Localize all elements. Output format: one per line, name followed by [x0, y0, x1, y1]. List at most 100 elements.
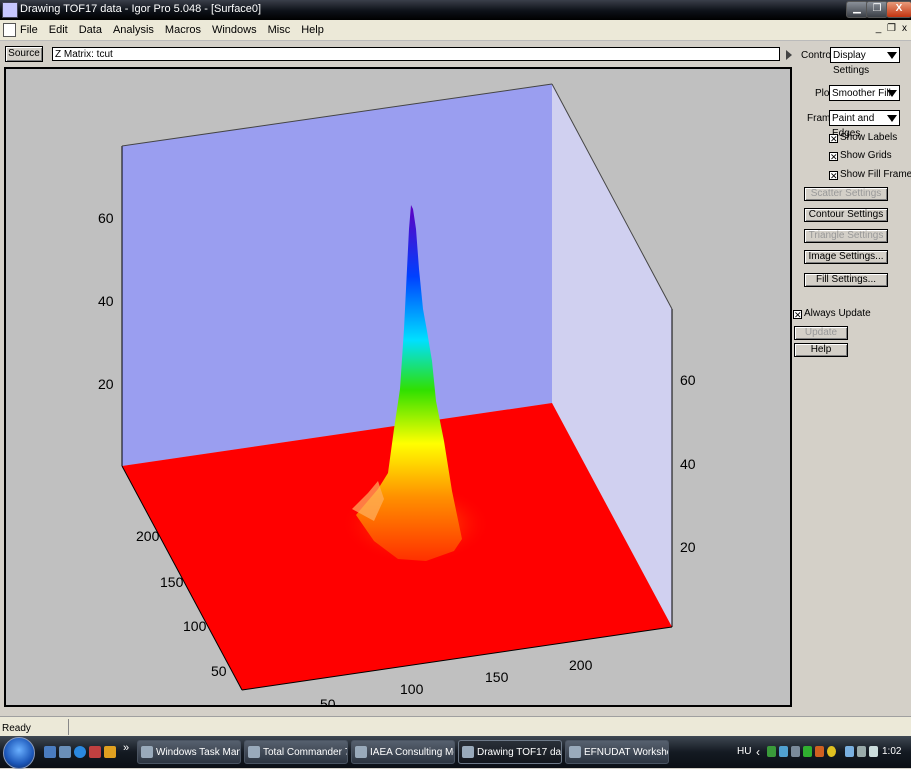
scatter-settings-button[interactable]: Scatter Settings [804, 187, 888, 201]
taskbar: » Windows Task Man... Total Commander 7.… [0, 736, 911, 769]
mdi-minimize-button[interactable]: _ [873, 23, 884, 34]
taskbar-item-iaea-consulting[interactable]: IAEA Consulting Me... [351, 740, 455, 764]
z-tick-label-right: 60 [680, 372, 696, 388]
minimize-button[interactable]: ▁ [846, 1, 868, 18]
zmatrix-field[interactable]: Z Matrix: tcut [52, 47, 780, 61]
status-separator [68, 719, 69, 735]
chevron-down-icon [887, 52, 897, 59]
z-tick-label: 20 [98, 376, 114, 392]
controls-select-value: Display Settings [833, 50, 870, 76]
always-update-label: Always Update [804, 308, 871, 319]
surface-plot[interactable]: 60 40 20 60 40 20 50 100 150 200 50 100 … [6, 69, 790, 705]
show-fill-frame-checkbox[interactable]: ✕ [829, 171, 838, 181]
mdi-restore-button[interactable]: ❐ [886, 23, 897, 34]
commander-icon[interactable] [89, 746, 101, 758]
update-button[interactable]: Update [794, 326, 848, 340]
menu-help[interactable]: Help [301, 24, 324, 36]
tray-icon[interactable] [779, 746, 788, 757]
x-tick-label: 100 [400, 681, 424, 697]
controls-select[interactable]: Display Settings [830, 47, 900, 76]
taskbar-item-efnudat[interactable]: EFNUDAT Worksho... [565, 740, 669, 764]
tray-icon[interactable] [815, 746, 824, 757]
window-title: Drawing TOF17 data - Igor Pro 5.048 - [S… [20, 3, 262, 15]
always-update-checkbox[interactable]: ✕ [793, 310, 802, 320]
tray-icon[interactable] [827, 746, 836, 757]
plot-type-value: Smoother Fill [832, 88, 891, 99]
triangle-settings-button[interactable]: Triangle Settings [804, 229, 888, 243]
volume-icon[interactable] [869, 746, 878, 757]
menu-edit[interactable]: Edit [49, 24, 68, 36]
total-commander-icon [248, 746, 260, 758]
title-bar[interactable]: Drawing TOF17 data - Igor Pro 5.048 - [S… [0, 0, 911, 20]
chevron-down-icon [887, 90, 897, 97]
y-tick-label: 50 [211, 663, 227, 679]
tray-icon[interactable] [767, 746, 776, 757]
source-button[interactable]: Source [5, 46, 43, 62]
contour-settings-button[interactable]: Contour Settings [804, 208, 888, 222]
maximize-button[interactable]: ❐ [866, 1, 888, 18]
taskbar-item-igor-pro[interactable]: Drawing TOF17 data... [458, 740, 562, 764]
image-settings-button[interactable]: Image Settings... [804, 250, 888, 264]
chevron-down-icon [887, 115, 897, 122]
help-button[interactable]: Help [794, 343, 848, 357]
z-tick-label-right: 20 [680, 539, 696, 555]
frame-select[interactable]: Paint and Edges [829, 110, 900, 139]
network-icon[interactable] [845, 746, 854, 757]
task-manager-icon [141, 746, 153, 758]
taskbar-item-label: Total Commander 7.... [263, 747, 347, 758]
x-tick-label: 50 [320, 696, 336, 705]
taskbar-item-total-commander[interactable]: Total Commander 7.... [244, 740, 348, 764]
show-grids-checkbox[interactable]: ✕ [829, 152, 838, 162]
menu-misc[interactable]: Misc [268, 24, 291, 36]
fill-settings-button[interactable]: Fill Settings... [804, 273, 888, 287]
clock[interactable]: 1:02 [882, 746, 901, 757]
document-icon [355, 746, 367, 758]
back-wall [122, 84, 552, 466]
show-labels-checkbox[interactable]: ✕ [829, 134, 838, 144]
z-tick-label: 40 [98, 293, 114, 309]
tray-icon[interactable] [803, 746, 812, 757]
show-fill-frame-label: Show Fill Frame [840, 169, 911, 180]
y-tick-label: 100 [183, 618, 207, 634]
mdi-close-button[interactable]: x [899, 23, 910, 34]
expand-arrow-icon[interactable] [786, 50, 792, 60]
tray-icon[interactable] [791, 746, 800, 757]
show-desktop-icon[interactable] [44, 746, 56, 758]
status-text: Ready [2, 723, 31, 734]
app-icon[interactable] [2, 2, 18, 18]
menu-data[interactable]: Data [79, 24, 102, 36]
status-bar: Ready [0, 716, 911, 737]
menu-macros[interactable]: Macros [165, 24, 201, 36]
language-indicator[interactable]: HU [737, 746, 751, 757]
igor-icon [462, 746, 474, 758]
show-labels-label: Show Labels [840, 132, 898, 143]
y-tick-label: 200 [136, 528, 160, 544]
z-tick-label: 60 [98, 210, 114, 226]
media-icon[interactable] [104, 746, 116, 758]
quicklaunch-chevron-icon[interactable]: » [123, 742, 129, 754]
battery-icon[interactable] [857, 746, 866, 757]
taskbar-item-label: EFNUDAT Worksho... [584, 747, 668, 758]
tray-expand-icon[interactable]: ‹ [756, 745, 760, 759]
y-tick-label: 150 [160, 574, 184, 590]
browser-icon[interactable] [74, 746, 86, 758]
x-tick-label: 150 [485, 669, 509, 685]
menu-windows[interactable]: Windows [212, 24, 257, 36]
switch-windows-icon[interactable] [59, 746, 71, 758]
document-icon[interactable] [3, 23, 16, 37]
browser-icon [569, 746, 581, 758]
show-grids-label: Show Grids [840, 150, 892, 161]
menu-items: File Edit Data Analysis Macros Windows M… [20, 24, 324, 36]
menu-bar: File Edit Data Analysis Macros Windows M… [0, 20, 911, 41]
system-tray: HU ‹ 1:02 [730, 736, 911, 768]
taskbar-item-label: Windows Task Man... [156, 747, 241, 758]
taskbar-item-task-manager[interactable]: Windows Task Man... [137, 740, 241, 764]
surface-toolbar: Source Z Matrix: tcut Controls: Display … [0, 41, 911, 76]
menu-file[interactable]: File [20, 24, 38, 36]
close-button[interactable]: X [886, 1, 911, 18]
start-button[interactable] [3, 737, 35, 769]
taskbar-item-label: Drawing TOF17 data... [477, 747, 562, 758]
x-tick-label: 200 [569, 657, 593, 673]
plot-type-select[interactable]: Smoother Fill [829, 85, 900, 101]
menu-analysis[interactable]: Analysis [113, 24, 154, 36]
